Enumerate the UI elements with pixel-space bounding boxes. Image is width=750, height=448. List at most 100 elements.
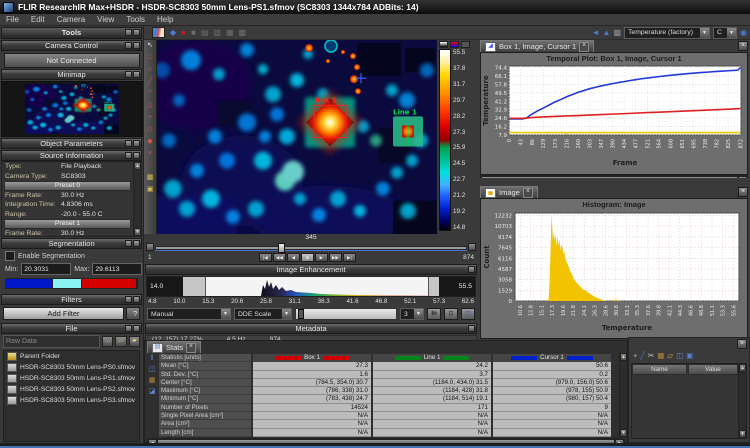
collapse-icon[interactable]: [125, 296, 132, 303]
palette-options-icon[interactable]: [461, 41, 470, 48]
slider-left-end[interactable]: [146, 243, 154, 251]
menu-file[interactable]: File: [0, 14, 25, 25]
save-icon[interactable]: ◫: [149, 366, 156, 374]
marker-tool-icon[interactable]: ◆: [147, 136, 152, 148]
cursor-tool-icon[interactable]: +: [148, 112, 152, 124]
enable-segmentation-checkbox[interactable]: [5, 251, 15, 261]
open-icon[interactable]: ▱: [667, 351, 673, 361]
palette-icon[interactable]: ▩: [613, 28, 621, 37]
stop-button[interactable]: ■: [301, 253, 314, 262]
polyline-tool-icon[interactable]: ^: [148, 88, 151, 100]
first-frame-button[interactable]: |◀: [259, 253, 272, 262]
collapse-left-icon[interactable]: ◄: [592, 28, 600, 37]
segment-color-1[interactable]: [53, 279, 82, 288]
collapse-icon[interactable]: [125, 140, 132, 147]
new-folder-icon[interactable]: ▱: [115, 336, 126, 347]
scrollbar[interactable]: ▲▼: [738, 364, 746, 438]
scrollbar[interactable]: ▲▼: [133, 162, 141, 236]
palette-tool-icon[interactable]: ▦: [147, 172, 154, 184]
filters-header[interactable]: Filters: [1, 294, 142, 305]
stats-column-header[interactable]: Cursor 1: [493, 354, 611, 362]
stats-column-header[interactable]: Line 1: [373, 354, 491, 362]
fast-forward-button[interactable]: ▶▶: [329, 253, 342, 262]
enhancement-slider[interactable]: [295, 308, 397, 320]
menu-camera[interactable]: Camera: [51, 14, 91, 25]
log-scale-button[interactable]: ln: [427, 308, 441, 320]
file-list-item[interactable]: HSDR-SC8303 50mm Lens-PS2.sfmov: [4, 384, 139, 395]
lock-button[interactable]: ⊡: [444, 308, 458, 320]
panel-menu-icon[interactable]: [133, 29, 140, 36]
metadata-header[interactable]: Metadata: [145, 323, 477, 334]
file-list-item[interactable]: HSDR-SC8303 50mm Lens-PS0.sfmov: [4, 362, 139, 373]
step-forward-button[interactable]: ▶: [315, 253, 328, 262]
temp-unit-dropdown[interactable]: C▼: [713, 27, 737, 39]
image-enhancement-header[interactable]: Image Enhancement: [145, 264, 477, 275]
close-icon[interactable]: [133, 325, 140, 332]
rewind-button[interactable]: ◀◀: [273, 253, 286, 262]
pause-icon[interactable]: ‖: [151, 355, 154, 363]
segment-color-0[interactable]: [6, 279, 53, 288]
apply-settings-button[interactable]: ◫: [461, 308, 475, 320]
chevron-down-icon[interactable]: ▼: [220, 309, 230, 319]
title-bar[interactable]: FLIR ResearchIR Max+HSDR - HSDR-SC8303 5…: [0, 0, 750, 14]
close-panel-icon[interactable]: ×: [737, 339, 747, 349]
enhancement-mode-dropdown[interactable]: Manual▼: [147, 308, 231, 320]
file-list-item[interactable]: HSDR-SC8303 50mm Lens-PS3.sfmov: [4, 395, 139, 406]
stats-column-header[interactable]: Box 1: [253, 354, 371, 362]
close-tab-icon[interactable]: ×: [523, 188, 533, 198]
panel-pin-icon[interactable]: [125, 29, 132, 36]
segmentation-color-bar[interactable]: [5, 278, 138, 289]
enhancement-slider-handle[interactable]: [298, 309, 304, 319]
camera-status-button[interactable]: Not Connected: [4, 53, 140, 68]
range-right-margin[interactable]: [428, 277, 439, 296]
image-icon[interactable]: ▦: [657, 351, 664, 361]
preset-header[interactable]: Preset 0: [4, 181, 131, 191]
edit-icon[interactable]: ╱: [640, 351, 645, 361]
navigate-icon[interactable]: ◆: [170, 28, 176, 38]
column-header-name[interactable]: Name: [632, 364, 687, 375]
tab-histogram-image[interactable]: ▄ Image ×: [480, 186, 538, 198]
settings-tool-icon[interactable]: ▣: [147, 184, 154, 196]
folder-icon[interactable]: ▰: [129, 336, 140, 347]
segmentation-max-input[interactable]: [92, 263, 142, 275]
menu-view[interactable]: View: [91, 14, 120, 25]
menu-tools[interactable]: Tools: [120, 14, 151, 25]
units-dropdown[interactable]: Temperature (factory)▼: [624, 27, 710, 39]
close-icon[interactable]: [133, 140, 140, 147]
histogram-canvas[interactable]: 0152930584587611676459174107031223210.61…: [481, 209, 747, 333]
range-left-margin[interactable]: [183, 277, 206, 296]
image-enhancement-range[interactable]: 14.0 55.5: [146, 276, 476, 297]
add-icon[interactable]: +: [633, 351, 637, 361]
info-icon[interactable]: ◉: [740, 28, 747, 37]
close-panel-icon[interactable]: ×: [738, 187, 748, 197]
menu-help[interactable]: Help: [151, 14, 179, 25]
segmentation-header[interactable]: Segmentation: [1, 238, 142, 249]
chevron-down-icon[interactable]: ▼: [281, 309, 291, 319]
ellipse-tool-icon[interactable]: ○: [148, 64, 152, 76]
file-filter-input[interactable]: [3, 335, 100, 348]
chevron-down-icon[interactable]: ▼: [726, 28, 736, 38]
polygon-tool-icon[interactable]: △: [147, 100, 152, 112]
close-icon[interactable]: [133, 296, 140, 303]
segmentation-min-input[interactable]: [21, 263, 71, 275]
source-information-header[interactable]: Source Information: [1, 150, 142, 161]
grayscale-palette-icon[interactable]: [439, 41, 448, 48]
close-icon[interactable]: [133, 152, 140, 159]
close-tab-icon[interactable]: ×: [186, 343, 196, 353]
collapse-icon[interactable]: [125, 325, 132, 332]
file-list-item[interactable]: Parent Folder: [4, 351, 139, 362]
delete-tool-icon[interactable]: ×: [148, 148, 152, 160]
tab-temporal-plot[interactable]: ◢ Box 1, Image, Cursor 1 ×: [480, 40, 594, 52]
rainbow-palette-icon[interactable]: [450, 41, 459, 48]
collapse-icon[interactable]: [125, 152, 132, 159]
close-panel-icon[interactable]: ×: [738, 41, 748, 51]
scrollbar[interactable]: ▲▼: [619, 353, 627, 437]
scale-type-dropdown[interactable]: DDE Scale▼: [234, 308, 292, 320]
camera-control-header[interactable]: Camera Control: [1, 40, 142, 51]
image-icon[interactable]: ▦: [149, 377, 156, 385]
close-icon[interactable]: [133, 42, 140, 49]
tools-panel-header[interactable]: Tools: [1, 27, 142, 39]
file-list-item[interactable]: HSDR-SC8303 50mm Lens-PS1.sfmov: [4, 373, 139, 384]
browse-button[interactable]: …: [102, 336, 113, 347]
collapse-icon[interactable]: [125, 240, 132, 247]
